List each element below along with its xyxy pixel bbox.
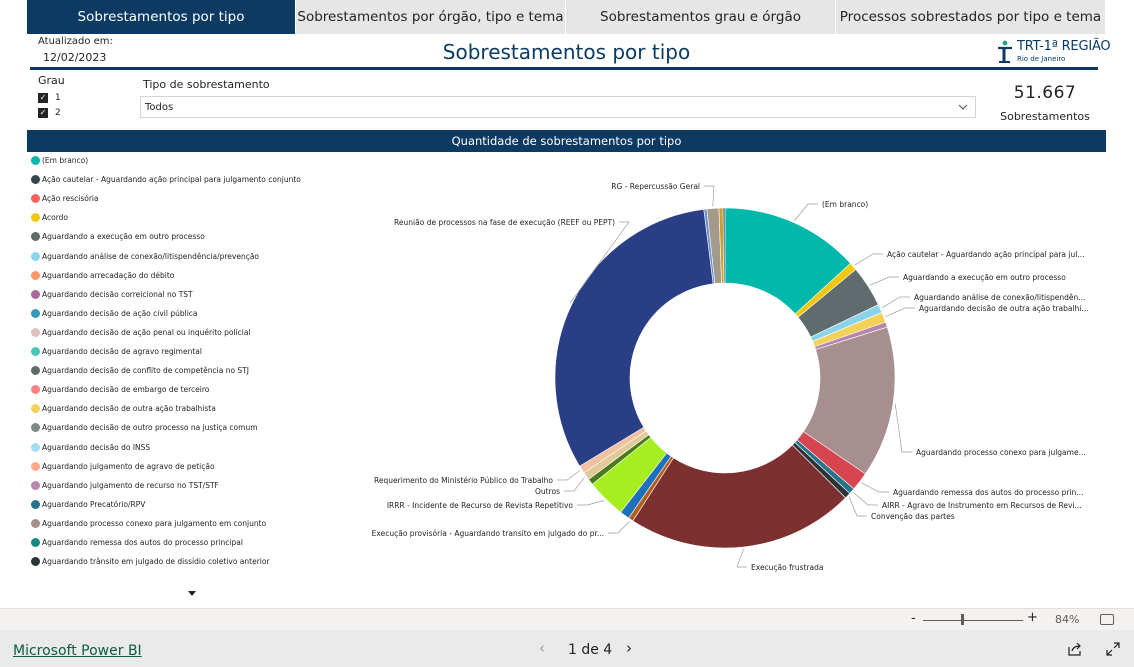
share-icon[interactable] — [1068, 642, 1082, 656]
fit-to-page-icon[interactable] — [1100, 614, 1114, 625]
slice-label: Aguardando processo conexo para julgame.… — [916, 448, 1086, 457]
slice-leader-line — [861, 482, 889, 493]
slice-leader-line — [794, 203, 818, 221]
slice-label: AIRR - Agravo de Instrumento em Recursos… — [882, 501, 1082, 510]
slice-leader-line — [853, 492, 878, 506]
zoom-out-button[interactable]: - — [911, 611, 916, 626]
zoom-slider-track[interactable] — [923, 620, 1023, 621]
slice-label: Reunião de processos na fase de execução… — [394, 218, 615, 227]
slice-label: IRRR - Incidente de Recurso de Revista R… — [387, 501, 574, 510]
zoom-in-button[interactable]: + — [1027, 610, 1038, 625]
slice-leader-line — [894, 403, 912, 453]
slice-label: Aguardando remessa dos autos do processo… — [893, 488, 1083, 497]
zoom-slider-thumb[interactable] — [961, 614, 964, 625]
slice-leader-line — [848, 496, 867, 517]
slice-label: Convenção das partes — [871, 512, 955, 521]
slice-leader-line — [736, 548, 747, 568]
slice-leader-line — [557, 470, 581, 481]
report-canvas: Sobrestamentos por tipo Sobrestamentos p… — [0, 0, 1134, 667]
power-bi-link[interactable]: Microsoft Power BI — [13, 643, 142, 659]
slice-label: Aguardando decisão de outra ação trabalh… — [919, 304, 1089, 313]
slice-label: Requerimento do Ministério Público do Tr… — [374, 476, 553, 485]
slice-label: (Em branco) — [822, 200, 868, 209]
slice-leader-line — [704, 185, 715, 207]
zoom-bar: - + 84% — [0, 608, 1134, 630]
slice-label: Ação cautelar - Aguardando ação principa… — [887, 250, 1085, 259]
slice-leader-line — [854, 253, 883, 266]
fullscreen-icon[interactable] — [1106, 642, 1120, 656]
slice-label: Execução provisória - Aguardando transit… — [372, 529, 604, 538]
slice-leader-line — [577, 500, 605, 506]
slice-leader-line — [885, 307, 915, 317]
slice-label: RG - Repercussão Geral — [611, 182, 700, 191]
donut-slice[interactable] — [554, 208, 714, 467]
slice-label: Outros — [535, 487, 560, 496]
next-page-button[interactable]: › — [626, 639, 632, 657]
donut-chart: (Em branco) Ação cautelar - Aguardando aç… — [372, 182, 1089, 572]
slice-leader-line — [881, 296, 910, 309]
footer-bar: Microsoft Power BI ‹ 1 de 4 › — [0, 630, 1134, 667]
slice-label: Aguardando a execução em outro processo — [903, 273, 1066, 282]
previous-page-button[interactable]: ‹ — [539, 639, 545, 657]
slice-label: Aguardando análise de conexão/litispendê… — [914, 293, 1085, 302]
slice-leader-line — [564, 477, 585, 492]
slice-label: Execução frustrada — [751, 563, 824, 572]
slice-leader-line — [608, 520, 630, 534]
zoom-level: 84% — [1055, 613, 1080, 626]
page-indicator: 1 de 4 — [568, 642, 613, 658]
slice-leader-line — [869, 276, 899, 286]
